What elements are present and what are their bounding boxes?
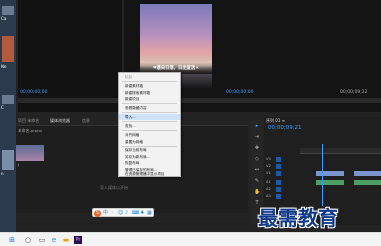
program-timecode[interactable]: 00;00;00;00	[226, 90, 253, 95]
app-window: Ca Ne C n 00;00;00;00 ❤遇向日落，日出复活☀ 00;00;…	[0, 0, 381, 246]
audio-clip[interactable]	[316, 180, 344, 185]
desktop-icon[interactable]	[2, 6, 14, 15]
menu-item-find[interactable]: 查找...	[119, 123, 180, 129]
desktop-icon-label: n	[1, 171, 4, 176]
track-target-icon[interactable]	[276, 164, 281, 169]
tab-project[interactable]: 项目 未命名	[18, 118, 39, 124]
menu-separator	[122, 103, 177, 104]
menu-item-save-layout[interactable]: 保存当前布局	[119, 147, 180, 153]
ime-voice-icon[interactable]: ♪	[125, 210, 128, 217]
track-label: V3	[266, 157, 271, 161]
playhead[interactable]	[322, 144, 323, 206]
menu-item-view-hidden[interactable]: 查看隐藏内容	[119, 105, 180, 111]
ime-toolbar: S 中 ◦ ☺ ♪ ⌨ ♦ ▦	[92, 208, 154, 217]
menu-item-restore-layout[interactable]: 恢复布局	[119, 160, 180, 166]
source-monitor: 00;00;00;00	[18, 0, 122, 112]
video-clip[interactable]	[316, 171, 344, 176]
desktop-icon-label: Ca	[1, 16, 7, 21]
menu-separator	[122, 81, 177, 82]
track-target-icon[interactable]	[276, 194, 281, 199]
premiere-pro-icon[interactable]: Pr	[74, 236, 82, 244]
menu-item-reset-grid[interactable]: 重置为网格	[119, 139, 180, 145]
menu-separator	[122, 112, 177, 113]
project-clip-label: 1	[17, 162, 20, 167]
desktop-icon[interactable]	[2, 150, 14, 170]
desktop-icon[interactable]	[2, 36, 14, 62]
track-label: A2	[266, 187, 271, 191]
sequence-title[interactable]: 序列 01 ≡	[266, 118, 285, 124]
context-menu: 粘贴 新建素材箱 新建搜索素材箱 新建项目 查看隐藏内容 导入... 查找...…	[118, 72, 181, 177]
slip-tool-icon[interactable]: ↔	[254, 167, 260, 173]
audio-clip[interactable]	[354, 180, 381, 185]
selection-tool-icon[interactable]: ▸	[254, 123, 260, 129]
menu-item-reveal-project[interactable]: 在资源管理器中显示项目	[119, 171, 180, 177]
tab-info[interactable]: 信息	[82, 118, 90, 124]
track-label: V1	[266, 171, 271, 175]
desktop-icon-label: Ne	[1, 64, 7, 69]
tab-media-browser[interactable]: 媒体浏览器	[50, 118, 70, 124]
razor-tool-icon[interactable]: ◇	[254, 156, 260, 162]
ripple-edit-icon[interactable]: ✥	[254, 145, 260, 151]
track-label: A1	[266, 180, 271, 184]
search-icon[interactable]: ○	[24, 236, 32, 244]
menu-item-paste[interactable]: 粘贴	[119, 74, 180, 80]
ime-emoji-icon[interactable]: ☺	[118, 210, 123, 217]
video-clip[interactable]	[354, 171, 381, 176]
track-select-icon[interactable]: ⇥	[254, 134, 260, 140]
task-view-icon[interactable]: ▭	[38, 236, 46, 244]
menu-item-align-grid[interactable]: 对齐网格	[119, 132, 180, 138]
video-caption: ❤遇向日落，日出复活☀	[152, 66, 200, 71]
menu-item-import[interactable]: 导入...	[119, 114, 180, 121]
ime-keyboard-icon[interactable]: ⌨	[132, 210, 139, 217]
ime-lang-icon[interactable]: 中	[103, 210, 108, 217]
track-target-icon[interactable]	[276, 171, 281, 176]
menu-item-new-bin[interactable]: 新建素材箱	[119, 83, 180, 89]
hand-tool-icon[interactable]: ✋	[254, 189, 260, 195]
source-transport-bar[interactable]	[18, 98, 122, 103]
ime-skin-icon[interactable]: ♦	[140, 210, 144, 217]
sogou-logo-icon[interactable]: S	[94, 210, 101, 217]
watermark-logo: 最需教育	[258, 206, 338, 230]
desktop-icon-label: C	[1, 105, 4, 110]
menu-item-new-search-bin[interactable]: 新建搜索素材箱	[119, 90, 180, 96]
menu-separator	[122, 130, 177, 131]
track-target-icon[interactable]	[276, 180, 281, 185]
project-clip-thumbnail[interactable]	[16, 145, 44, 161]
track-label: V2	[266, 164, 271, 168]
file-explorer-icon[interactable]: ▬	[62, 236, 70, 244]
timeline-timecode[interactable]: 00;00;09;21	[268, 125, 302, 131]
menu-item-save-new-layout[interactable]: 另存为新布局...	[119, 154, 180, 160]
track-target-icon[interactable]	[276, 187, 281, 192]
desktop-icon[interactable]	[2, 95, 14, 104]
time-ruler[interactable]	[300, 148, 381, 154]
source-timecode[interactable]: 00;00;00;00	[20, 90, 47, 95]
track-target-icon[interactable]	[276, 157, 281, 162]
menu-separator	[122, 121, 177, 122]
program-duration: 00;00;09;22	[340, 90, 368, 95]
menu-item-new-item[interactable]: 新建项目	[119, 96, 180, 102]
edge-browser-icon[interactable]: e	[50, 236, 58, 244]
ime-tools-icon[interactable]: ▦	[147, 210, 152, 217]
pen-tool-icon[interactable]: ✎	[254, 178, 260, 184]
track-label: A3	[266, 194, 271, 198]
desktop-strip: Ca Ne C n	[0, 0, 16, 232]
taskbar: ⊞ ○ ▭ e ▬ Pr	[0, 232, 381, 246]
ime-punct-icon[interactable]: ◦	[111, 210, 114, 217]
start-icon[interactable]: ⊞	[8, 236, 16, 244]
project-file-row[interactable]: 未命名.prproj	[18, 128, 78, 134]
import-hint: 导入媒体以开始	[100, 185, 128, 190]
